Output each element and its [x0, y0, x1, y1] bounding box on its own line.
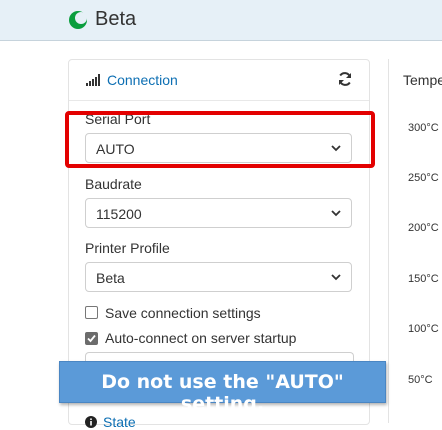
signal-icon: [86, 74, 100, 86]
temp-tick-label: 50°C: [408, 374, 433, 386]
save-settings-label[interactable]: Save connection settings: [105, 305, 261, 321]
connection-panel-title[interactable]: Connection: [107, 72, 178, 88]
warning-callout: Do not use the "AUTO" setting.: [59, 361, 386, 415]
chevron-down-icon: [331, 274, 341, 281]
info-icon: [85, 416, 97, 428]
chevron-down-icon: [331, 210, 341, 217]
auto-connect-checkbox[interactable]: [85, 332, 98, 345]
baudrate-label: Baudrate: [85, 176, 142, 192]
connection-panel-header[interactable]: Connection: [69, 60, 369, 101]
printer-profile-value: Beta: [96, 270, 125, 286]
printer-profile-select[interactable]: Beta: [85, 262, 352, 292]
state-panel-title[interactable]: State: [103, 414, 136, 430]
callout-text: Do not use the "AUTO" setting.: [101, 371, 344, 415]
temperature-panel: Tempe 300°C 250°C 200°C 150°C 100°C 50°C: [388, 59, 442, 423]
serial-port-highlight-box: [65, 111, 375, 168]
baudrate-select[interactable]: 115200: [85, 198, 352, 228]
refresh-icon[interactable]: [337, 71, 353, 87]
auto-connect-label[interactable]: Auto-connect on server startup: [105, 330, 296, 346]
temp-tick-label: 200°C: [408, 222, 439, 234]
checkmark-icon: [87, 334, 96, 343]
temp-tick-label: 150°C: [408, 273, 439, 285]
temp-tick-label: 300°C: [408, 122, 439, 134]
printer-profile-label: Printer Profile: [85, 240, 170, 256]
temp-tick-label: 250°C: [408, 172, 439, 184]
baudrate-value: 115200: [96, 206, 142, 222]
octoprint-logo-icon[interactable]: [68, 10, 88, 30]
temperature-tab-title[interactable]: Tempe: [403, 72, 442, 88]
temp-tick-label: 100°C: [408, 323, 439, 335]
navbar: Beta: [0, 0, 442, 41]
app-title[interactable]: Beta: [95, 8, 136, 31]
save-settings-checkbox[interactable]: [85, 306, 98, 319]
